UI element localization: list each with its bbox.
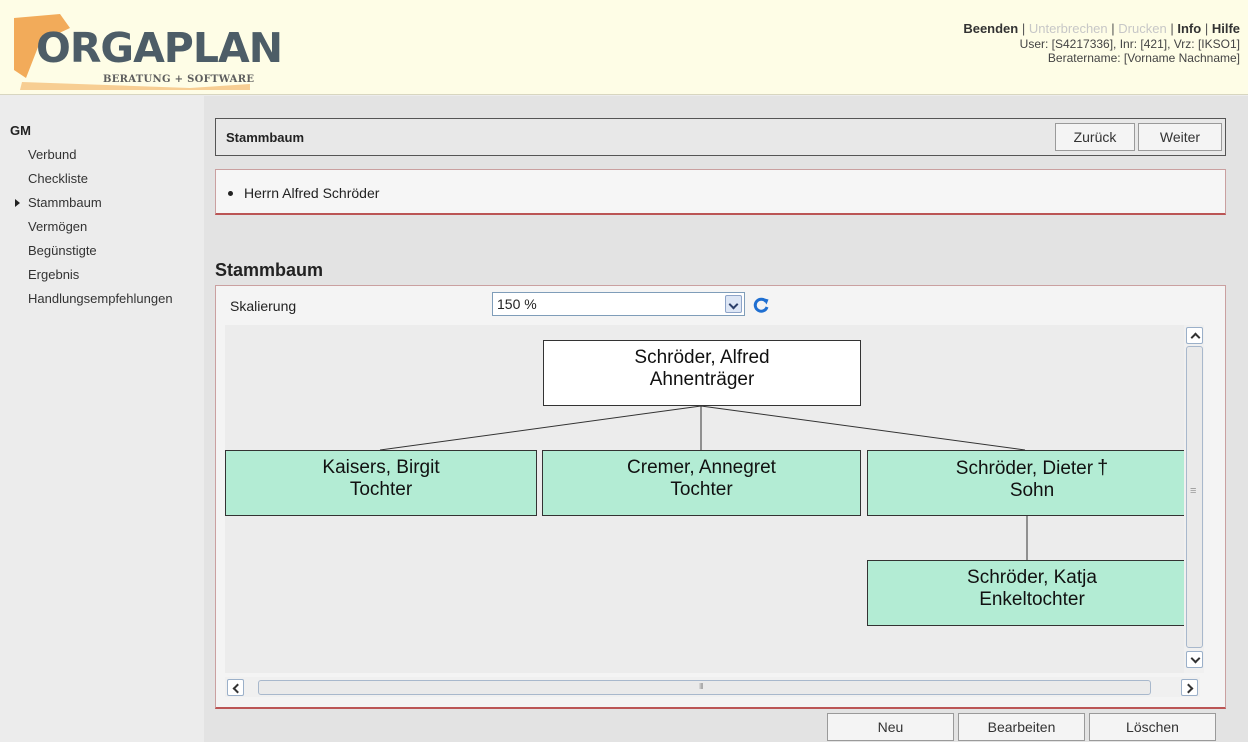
section-title: Stammbaum <box>215 260 324 280</box>
main-content: Stammbaum Zurück Weiter Herrn Alfred Sch… <box>204 96 1248 742</box>
nav-separator: | <box>1204 21 1209 36</box>
delete-button[interactable]: Löschen <box>1089 713 1216 741</box>
top-navigation: Beenden | Unterbrechen | Drucken | Info … <box>963 21 1240 36</box>
node-name: Schröder, Katja <box>967 567 1097 588</box>
nav-info-link[interactable]: Info <box>1177 21 1201 36</box>
node-role: Sohn <box>1009 480 1055 501</box>
node-role: Enkeltochter <box>979 589 1085 610</box>
scroll-down-icon[interactable] <box>1186 651 1203 668</box>
nav-unterbrechen-link: Unterbrechen <box>1028 21 1108 36</box>
client-info-box: Herrn Alfred Schröder <box>215 169 1226 215</box>
vertical-scroll-thumb[interactable] <box>1186 346 1203 648</box>
nav-separator: | <box>1111 21 1115 36</box>
user-info: User: [S4217336], Inr: [421], Vrz: [IKSO… <box>1020 37 1240 65</box>
scale-value: 150 % <box>497 296 537 312</box>
vertical-scrollbar[interactable] <box>1184 325 1204 673</box>
bullet-icon <box>228 191 233 196</box>
sidebar-item-vermoegen[interactable]: Vermögen <box>28 218 173 242</box>
node-name: Cremer, Annegret <box>627 457 776 478</box>
tree-node-grandchild[interactable]: Schröder, Katja Enkeltochter <box>867 560 1197 626</box>
scale-select[interactable]: 150 % <box>492 292 745 316</box>
connector-line <box>700 405 1026 451</box>
sidebar-item-handlungsempfehlungen[interactable]: Handlungsempfehlungen <box>28 290 173 314</box>
new-button[interactable]: Neu <box>827 713 954 741</box>
tree-node-child[interactable]: Cremer, Annegret Tochter <box>542 450 861 516</box>
sidebar: GM Verbund Checkliste Stammbaum Vermögen… <box>0 96 200 742</box>
family-tree-canvas: Schröder, Alfred Ahnenträger Kaisers, Bi… <box>225 325 1200 673</box>
nav-drucken-link: Drucken <box>1118 21 1167 36</box>
edit-button[interactable]: Bearbeiten <box>958 713 1085 741</box>
adviser-name-line: Beratername: [Vorname Nachname] <box>1047 51 1240 65</box>
scroll-left-icon[interactable] <box>227 679 244 696</box>
user-info-line: User: [S4217336], Inr: [421], Vrz: [IKSO… <box>1019 37 1240 51</box>
logo-tagline: BERATUNG + SOFTWARE <box>103 74 255 85</box>
scroll-right-icon[interactable] <box>1181 679 1198 696</box>
sidebar-menu: Verbund Checkliste Stammbaum Vermögen Be… <box>15 146 173 314</box>
connector-line <box>379 405 702 451</box>
nav-separator: | <box>1170 21 1174 36</box>
node-name: Schröder, Dieter <box>955 458 1094 479</box>
node-role: Tochter <box>670 479 733 500</box>
page-title: Stammbaum <box>226 130 305 145</box>
tree-node-root[interactable]: Schröder, Alfred Ahnenträger <box>543 340 861 406</box>
sidebar-item-verbund[interactable]: Verbund <box>28 146 173 170</box>
scroll-up-icon[interactable] <box>1186 327 1203 344</box>
logo-title: ORGAPLAN <box>36 24 283 72</box>
client-name: Herrn Alfred Schröder <box>244 185 380 201</box>
next-button[interactable]: Weiter <box>1138 123 1222 151</box>
sidebar-item-checkliste[interactable]: Checkliste <box>28 170 173 194</box>
refresh-icon[interactable] <box>752 296 770 314</box>
scale-label: Skalierung <box>230 298 297 314</box>
nav-separator: | <box>1021 21 1026 36</box>
node-role: Ahnenträger <box>649 369 755 390</box>
nav-hilfe-link[interactable]: Hilfe <box>1212 21 1240 36</box>
sidebar-item-beguenstigte[interactable]: Begünstigte <box>28 242 173 266</box>
sidebar-item-ergebnis[interactable]: Ergebnis <box>28 266 173 290</box>
nav-beenden-link[interactable]: Beenden <box>963 21 1018 36</box>
tree-node-child[interactable]: Kaisers, Birgit Tochter <box>225 450 537 516</box>
node-name: Kaisers, Birgit <box>322 457 440 478</box>
back-button[interactable]: Zurück <box>1055 123 1135 151</box>
chevron-down-icon[interactable] <box>725 295 742 313</box>
sidebar-item-stammbaum[interactable]: Stammbaum <box>15 194 173 218</box>
deceased-cross-icon: † <box>1097 457 1109 479</box>
node-name: Schröder, Alfred <box>634 347 770 368</box>
horizontal-scrollbar[interactable] <box>225 677 1200 697</box>
node-role: Tochter <box>349 479 413 500</box>
family-tree-panel: Skalierung 150 % Schröder, Alfred Ahnent… <box>215 285 1226 709</box>
orgaplan-logo: ORGAPLAN BERATUNG + SOFTWARE <box>10 8 283 90</box>
app-header: ORGAPLAN BERATUNG + SOFTWARE Beenden | U… <box>0 0 1248 95</box>
sidebar-group-title: GM <box>10 123 31 138</box>
tree-node-child[interactable]: Schröder, Dieter † Sohn <box>867 450 1197 516</box>
page-titlebar: Stammbaum Zurück Weiter <box>215 118 1226 156</box>
horizontal-scroll-thumb[interactable] <box>258 680 1151 695</box>
